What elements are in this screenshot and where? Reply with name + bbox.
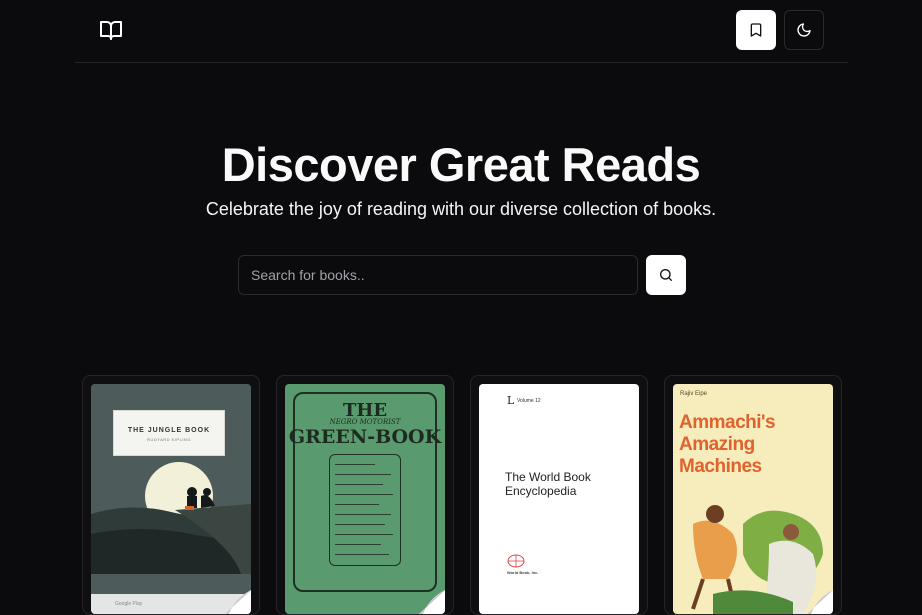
top-navbar bbox=[75, 0, 848, 63]
cover-text-line bbox=[335, 554, 389, 555]
publisher-globe-logo-icon bbox=[507, 554, 525, 568]
theme-toggle-button[interactable] bbox=[784, 10, 824, 50]
cover-text-line bbox=[335, 474, 391, 475]
book-cover[interactable]: L Volume 12 The World Book Encyclopedia … bbox=[479, 384, 639, 614]
cover-text-line bbox=[335, 484, 383, 485]
page-title: Discover Great Reads bbox=[221, 138, 701, 191]
open-book-logo-icon[interactable] bbox=[99, 18, 123, 42]
cover-text-line bbox=[335, 544, 381, 545]
cover-publisher: World Book, Inc. bbox=[507, 570, 539, 575]
cover-author: Rajiv Eipe bbox=[680, 391, 708, 397]
cover-subtitle: NEGRO MOTORIST bbox=[329, 418, 401, 426]
bookmarks-button[interactable] bbox=[736, 10, 776, 50]
book-card[interactable]: THE JUNGLE BOOK RUDYARD KIPLING Google P… bbox=[82, 375, 260, 615]
cover-title-label: THE JUNGLE BOOK RUDYARD KIPLING bbox=[113, 410, 225, 456]
search-input[interactable] bbox=[238, 255, 638, 295]
book-cover[interactable]: THE NEGRO MOTORIST GREEN-BOOK bbox=[285, 384, 445, 614]
cover-author: RUDYARD KIPLING bbox=[147, 437, 191, 442]
cover-inner-frame bbox=[329, 454, 401, 566]
cover-text-line bbox=[335, 514, 391, 515]
book-card[interactable]: THE NEGRO MOTORIST GREEN-BOOK bbox=[276, 375, 454, 615]
cover-title: The World Book Encyclopedia bbox=[505, 470, 591, 498]
cover-text-line bbox=[335, 494, 393, 495]
search-button[interactable] bbox=[646, 255, 686, 295]
cover-text-line bbox=[335, 534, 393, 535]
bookmark-icon bbox=[750, 23, 762, 37]
book-cover[interactable]: THE JUNGLE BOOK RUDYARD KIPLING Google P… bbox=[91, 384, 251, 614]
cover-volume: Volume 12 bbox=[517, 398, 541, 404]
cover-title-line2: GREEN-BOOK bbox=[288, 426, 442, 448]
cover-text-line bbox=[335, 504, 379, 505]
book-card[interactable]: L Volume 12 The World Book Encyclopedia … bbox=[470, 375, 648, 615]
cover-text-line bbox=[335, 524, 385, 525]
cover-title: Ammachi's Amazing Machines bbox=[679, 412, 776, 477]
cover-title: THE JUNGLE BOOK bbox=[127, 427, 211, 434]
page-subtitle: Celebrate the joy of reading with our di… bbox=[205, 199, 717, 219]
page-curl-icon bbox=[225, 590, 251, 614]
search-icon bbox=[660, 269, 672, 281]
cover-letter: L bbox=[507, 394, 515, 407]
book-card[interactable]: Rajiv Eipe Ammachi's Amazing Machines bbox=[664, 375, 842, 615]
moon-icon bbox=[797, 23, 811, 37]
cover-text-line bbox=[335, 464, 375, 465]
page-curl-icon bbox=[807, 590, 833, 614]
book-cover[interactable]: Rajiv Eipe Ammachi's Amazing Machines bbox=[673, 384, 833, 614]
page-curl-icon bbox=[419, 590, 445, 614]
